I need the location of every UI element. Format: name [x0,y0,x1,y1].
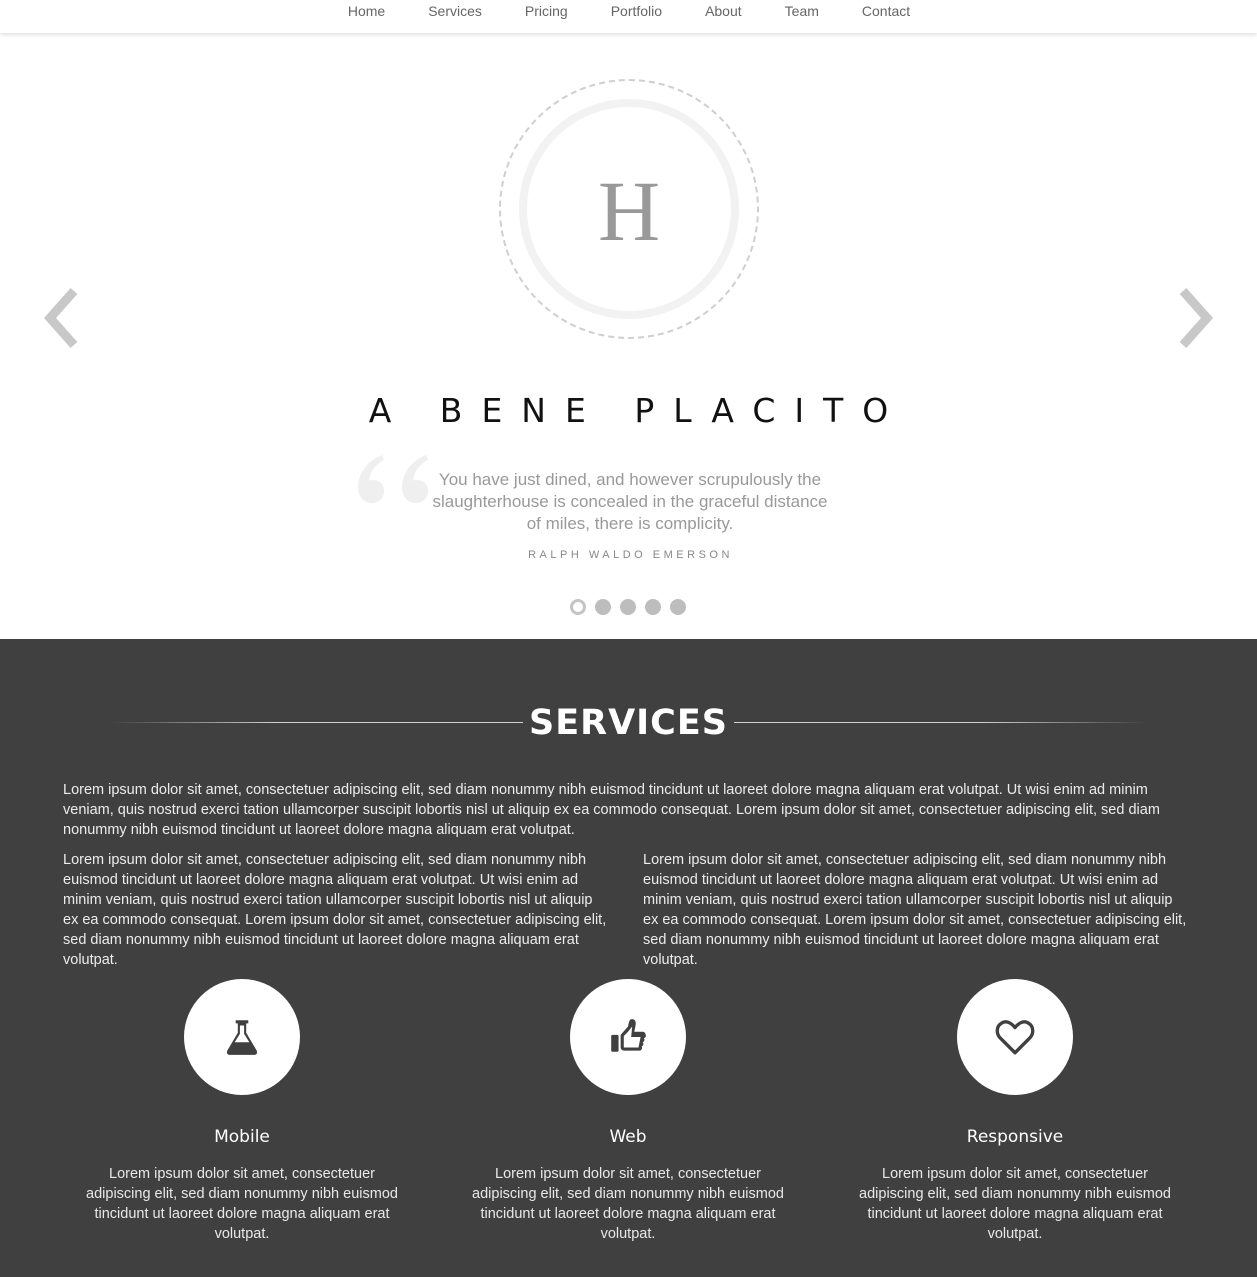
slider-prev-button[interactable] [38,283,88,353]
chevron-right-icon [1179,288,1214,348]
logo: H [519,99,739,319]
top-navigation: Home Services Pricing Portfolio About Te… [0,0,1257,33]
services-column-right: Lorem ipsum dolor sit amet, consectetuer… [643,852,1187,968]
feature-mobile: Mobile Lorem ipsum dolor sit amet, conse… [72,979,412,1244]
services-section: SERVICES Lorem ipsum dolor sit amet, con… [0,639,1257,1277]
feature-text: Lorem ipsum dolor sit amet, consectetuer… [859,1166,1171,1242]
services-column-left: Lorem ipsum dolor sit amet, consectetuer… [63,852,607,968]
feature-title: Web [609,1127,647,1147]
feature-title: Mobile [214,1127,270,1147]
quote-icon [358,455,428,503]
quote-author: RALPH WALDO EMERSON [528,549,733,561]
feature-responsive: Responsive Lorem ipsum dolor sit amet, c… [845,979,1185,1244]
section-title: SERVICES [529,703,728,743]
feature-text: Lorem ipsum dolor sit amet, consectetuer… [472,1166,784,1242]
heart-icon [995,1020,1035,1055]
nav-item-portfolio[interactable]: Portfolio [589,0,683,33]
feature-web: Web Lorem ipsum dolor sit amet, consecte… [458,979,798,1244]
quote-text: You have just dined, and however scrupul… [432,470,828,533]
nav-menu: Home Services Pricing Portfolio About Te… [0,0,1257,33]
slider-dot-3[interactable] [620,599,636,615]
feature-text: Lorem ipsum dolor sit amet, consectetuer… [86,1166,398,1242]
chevron-left-icon [43,288,78,348]
slider-dot-5[interactable] [670,599,686,615]
nav-item-home[interactable]: Home [326,0,406,33]
nav-item-team[interactable]: Team [763,0,840,33]
services-intro: Lorem ipsum dolor sit amet, consectetuer… [63,782,1160,838]
feature-icon-circle [184,979,300,1095]
nav-item-pricing[interactable]: Pricing [503,0,589,33]
feature-icon-circle [957,979,1073,1095]
slider-dot-4[interactable] [645,599,661,615]
feature-title: Responsive [966,1127,1064,1147]
title-divider-right [734,722,1147,723]
feature-icon-circle [570,979,686,1095]
hero-slider: H A BENE PLACITO You have just dined, an… [0,33,1257,639]
nav-item-services[interactable]: Services [406,0,503,33]
nav-item-contact[interactable]: Contact [840,0,931,33]
thumbs-up-icon [611,1019,646,1052]
slider-pagination [570,599,686,615]
nav-item-about[interactable]: About [683,0,763,33]
slider-next-button[interactable] [1169,283,1219,353]
flask-icon [226,1020,258,1055]
logo-letter: H [597,163,661,259]
slide-title: A BENE PLACITO [368,391,908,430]
slider-dot-1[interactable] [570,599,586,615]
slider-dot-2[interactable] [595,599,611,615]
